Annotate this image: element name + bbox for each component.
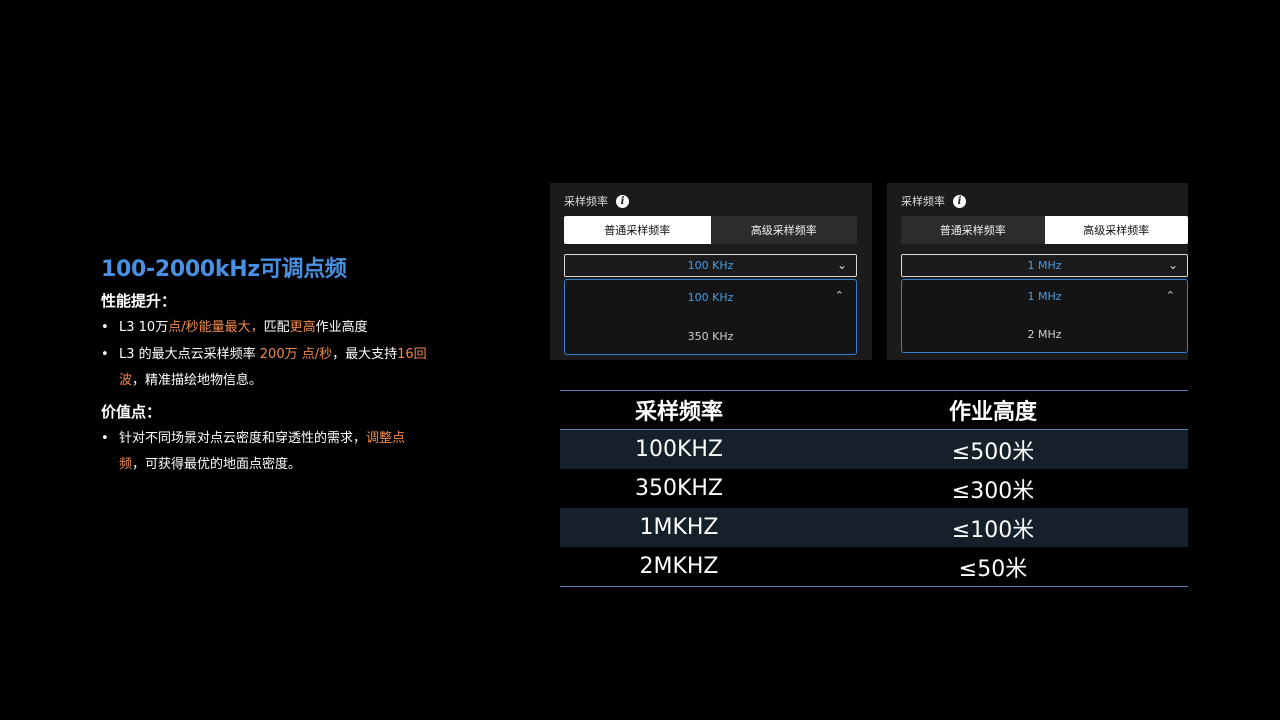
info-icon[interactable]: i [616, 194, 629, 208]
option-selected[interactable]: 100 KHz [565, 291, 856, 304]
tab-normal-frequency[interactable]: 普通采样频率 [564, 216, 711, 244]
table-cell: 1MKHZ [639, 515, 719, 540]
frequency-dropdown: 100 KHz ⌃ 350 KHz [564, 279, 857, 355]
tab-advanced-frequency[interactable]: 高级采样频率 [711, 216, 858, 244]
frequency-dropdown: 1 MHz ⌃ 2 MHz [901, 279, 1188, 353]
perf-list: L3 10万点/秒能量最大，匹配更高作业高度 L3 的最大点云采样频率 200万… [101, 315, 431, 395]
chevron-up-icon[interactable]: ⌃ [1166, 289, 1175, 302]
sampling-frequency-panel-normal: 采样频率 i 普通采样频率 高级采样频率 100 KHz ⌄ 100 KHz ⌃… [550, 183, 872, 360]
table-cell: 350KHZ [634, 476, 724, 501]
table-cell: ≤100米 [951, 517, 1035, 543]
panel-label: 采样频率 i [564, 193, 629, 209]
list-item: 针对不同场景对点云密度和穿透性的需求，调整点频，可获得最优的地面点密度。 [101, 426, 431, 479]
table-row: 350KHZ ≤300米 [560, 469, 1188, 508]
frequency-select[interactable]: 1 MHz ⌄ [901, 254, 1188, 277]
panel-label: 采样频率 i [901, 193, 966, 209]
table-cell: ≤500米 [951, 439, 1035, 465]
chevron-down-icon: ⌄ [836, 258, 847, 272]
page-title: 100-2000kHz可调点频 [101, 257, 347, 282]
column-header: 采样频率 [634, 400, 723, 425]
info-icon[interactable]: i [953, 194, 966, 208]
value-heading: 价值点： [101, 402, 162, 421]
frequency-height-table: 采样频率 作业高度 100KHZ ≤500米 350KHZ ≤300米 1MKH… [560, 390, 1188, 587]
frequency-mode-switch: 普通采样频率 高级采样频率 [564, 216, 857, 244]
list-item: L3 10万点/秒能量最大，匹配更高作业高度 [101, 315, 431, 342]
tab-advanced-frequency[interactable]: 高级采样频率 [1044, 216, 1188, 244]
perf-heading: 性能提升： [101, 292, 177, 310]
option[interactable]: 2 MHz [902, 328, 1187, 341]
value-list: 针对不同场景对点云密度和穿透性的需求，调整点频，可获得最优的地面点密度。 [101, 426, 431, 479]
table-row: 2MKHZ ≤50米 [560, 547, 1188, 586]
table-cell: 2MKHZ [639, 554, 719, 579]
tab-normal-frequency[interactable]: 普通采样频率 [901, 216, 1045, 244]
sampling-frequency-panel-advanced: 采样频率 i 普通采样频率 高级采样频率 1 MHz ⌄ 1 MHz ⌃ 2 M… [887, 183, 1188, 360]
table-cell: ≤50米 [958, 556, 1028, 582]
frequency-select[interactable]: 100 KHz ⌄ [564, 254, 857, 277]
list-item: L3 的最大点云采样频率 200万 点/秒，最大支持16回波，精准描绘地物信息。 [101, 342, 431, 395]
option[interactable]: 350 KHz [565, 330, 856, 343]
table-row: 100KHZ ≤500米 [560, 430, 1188, 469]
table-cell: ≤300米 [951, 478, 1035, 504]
chevron-up-icon[interactable]: ⌃ [835, 289, 844, 302]
column-header: 作业高度 [948, 400, 1037, 425]
option-selected[interactable]: 1 MHz [902, 290, 1187, 303]
table-header: 采样频率 作业高度 [560, 391, 1188, 430]
table-row: 1MKHZ ≤100米 [560, 508, 1188, 547]
chevron-down-icon: ⌄ [1167, 258, 1178, 272]
frequency-mode-switch: 普通采样频率 高级采样频率 [901, 216, 1188, 244]
table-cell: 100KHZ [634, 437, 724, 462]
feature-description: 100-2000kHz可调点频 性能提升： L3 10万点/秒能量最大，匹配更高… [101, 256, 431, 479]
